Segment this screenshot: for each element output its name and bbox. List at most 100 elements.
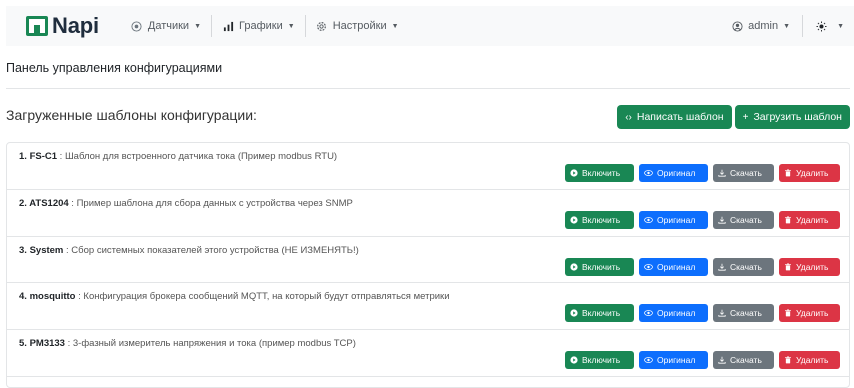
theme-toggle-dropdown[interactable]: ▼ [803, 15, 854, 37]
template-list: 1. FS-C1 : Шаблон для встроенного датчик… [6, 142, 850, 388]
play-circle-icon [570, 309, 578, 317]
template-info: 1. FS-C1 : Шаблон для встроенного датчик… [19, 151, 337, 162]
delete-label: Удалить [796, 214, 829, 225]
brand-name: Napi [52, 13, 99, 38]
download-button[interactable]: Скачать [713, 304, 774, 323]
trash-icon [784, 169, 792, 177]
upload-template-button[interactable]: + Загрузить шаблон [734, 105, 850, 129]
play-circle-icon [570, 216, 578, 224]
template-actions: Включить Оригинал Скачать Удалить [565, 351, 840, 370]
download-icon [718, 216, 726, 224]
template-row: 2. ATS1204 : Пример шаблона для сбора да… [7, 190, 849, 237]
download-button[interactable]: Скачать [713, 164, 774, 182]
delete-label: Удалить [796, 261, 829, 272]
original-label: Оригинал [657, 355, 696, 366]
original-button[interactable]: Оригинал [639, 210, 708, 229]
nav-charts-dropdown[interactable]: Графики ▼ [212, 15, 305, 37]
delete-button[interactable]: Удалить [779, 257, 840, 276]
download-button[interactable]: Скачать [713, 257, 774, 276]
template-row: 5. PM3133 : 3-фазный измеритель напряжен… [7, 330, 849, 377]
original-label: Оригинал [657, 261, 696, 272]
template-name: 4. mosquitto [19, 291, 76, 303]
sensor-icon [131, 20, 143, 32]
template-name: 2. ATS1204 [19, 197, 69, 209]
play-circle-icon [570, 262, 578, 271]
section-title: Загруженные шаблоны конфигурации: [6, 107, 257, 123]
enable-button[interactable]: Включить [565, 164, 634, 182]
download-label: Скачать [730, 214, 762, 225]
enable-button[interactable]: Включить [565, 257, 634, 276]
eye-icon [644, 169, 653, 177]
template-row: 4. mosquitto : Конфигурация брокера сооб… [7, 283, 849, 331]
enable-label: Включить [582, 308, 621, 319]
download-icon [718, 356, 726, 364]
template-name: 1. FS-C1 [19, 151, 58, 162]
template-row: 3. System : Сбор системных показателей э… [7, 237, 849, 284]
enable-button[interactable]: Включить [565, 351, 634, 370]
original-button[interactable]: Оригинал [639, 164, 708, 182]
template-actions: Включить Оригинал Скачать Удалить [565, 210, 840, 229]
delete-button[interactable]: Удалить [779, 351, 840, 370]
download-button[interactable]: Скачать [713, 351, 774, 370]
enable-label: Включить [582, 168, 621, 178]
play-circle-icon [570, 356, 578, 364]
template-row: 1. FS-C1 : Шаблон для встроенного датчик… [7, 143, 849, 190]
bar-chart-icon [222, 20, 234, 32]
trash-icon [784, 263, 792, 271]
nav-settings-dropdown[interactable]: Настройки ▼ [306, 15, 409, 37]
page-title: Панель управления конфигурациями [6, 61, 223, 75]
chevron-down-icon: ▼ [783, 22, 791, 30]
original-button[interactable]: Оригинал [639, 351, 708, 370]
template-info: 2. ATS1204 : Пример шаблона для сбора да… [19, 198, 353, 209]
user-icon [731, 20, 743, 32]
template-toolbar: ‹› Написать шаблон + Загрузить шаблон [617, 105, 850, 129]
template-description: : Пример шаблона для сбора данных с устр… [68, 197, 353, 209]
template-info: 4. mosquitto : Конфигурация брокера сооб… [19, 291, 450, 302]
divider [6, 88, 850, 89]
download-button[interactable]: Скачать [713, 210, 774, 229]
trash-icon [784, 356, 792, 364]
eye-icon [644, 263, 653, 271]
delete-button[interactable]: Удалить [779, 210, 840, 229]
enable-button[interactable]: Включить [565, 304, 634, 323]
chevron-down-icon: ▼ [194, 22, 202, 30]
play-circle-icon [570, 169, 578, 177]
plus-icon: + [742, 111, 749, 123]
code-icon: ‹› [625, 111, 632, 123]
enable-label: Включить [582, 261, 621, 272]
download-icon [718, 169, 726, 177]
upload-template-label: Загрузить шаблон [753, 111, 842, 123]
enable-label: Включить [582, 355, 621, 366]
template-actions: Включить Оригинал Скачать Удалить [565, 257, 840, 276]
user-menu-dropdown[interactable]: admin ▼ [721, 15, 802, 37]
chevron-down-icon: ▼ [837, 22, 844, 30]
original-label: Оригинал [657, 168, 696, 178]
brand[interactable]: Napi [26, 13, 99, 39]
download-label: Скачать [730, 308, 762, 319]
sun-icon [815, 20, 827, 32]
template-description: : Конфигурация брокера сообщений MQTT, н… [75, 291, 450, 303]
template-name: 5. PM3133 [19, 338, 65, 350]
enable-button[interactable]: Включить [565, 210, 634, 229]
template-description: : 3-фазный измеритель напряжения и тока … [64, 338, 356, 350]
gear-icon [316, 20, 328, 32]
template-description: : Сбор системных показателей этого устро… [63, 244, 359, 256]
enable-label: Включить [582, 214, 621, 225]
original-label: Оригинал [657, 308, 696, 319]
template-actions: Включить Оригинал Скачать Удалить [565, 304, 840, 323]
nav-sensors-dropdown[interactable]: Датчики ▼ [121, 15, 211, 37]
download-label: Скачать [730, 261, 762, 272]
delete-button[interactable]: Удалить [779, 164, 840, 182]
chevron-down-icon: ▼ [287, 22, 295, 30]
nav-charts-label: Графики [239, 20, 283, 32]
template-info: 5. PM3133 : 3-фазный измеритель напряжен… [19, 338, 356, 349]
download-icon [718, 309, 726, 317]
delete-button[interactable]: Удалить [779, 304, 840, 323]
template-description: : Шаблон для встроенного датчика тока (П… [57, 151, 338, 162]
original-button[interactable]: Оригинал [639, 304, 708, 323]
trash-icon [784, 309, 792, 317]
write-template-button[interactable]: ‹› Написать шаблон [617, 105, 732, 129]
top-navbar: Napi Датчики ▼ Графики ▼ Настройки ▼ adm… [6, 6, 854, 46]
original-button[interactable]: Оригинал [639, 257, 708, 276]
template-actions: Включить Оригинал Скачать Удалить [565, 164, 840, 182]
